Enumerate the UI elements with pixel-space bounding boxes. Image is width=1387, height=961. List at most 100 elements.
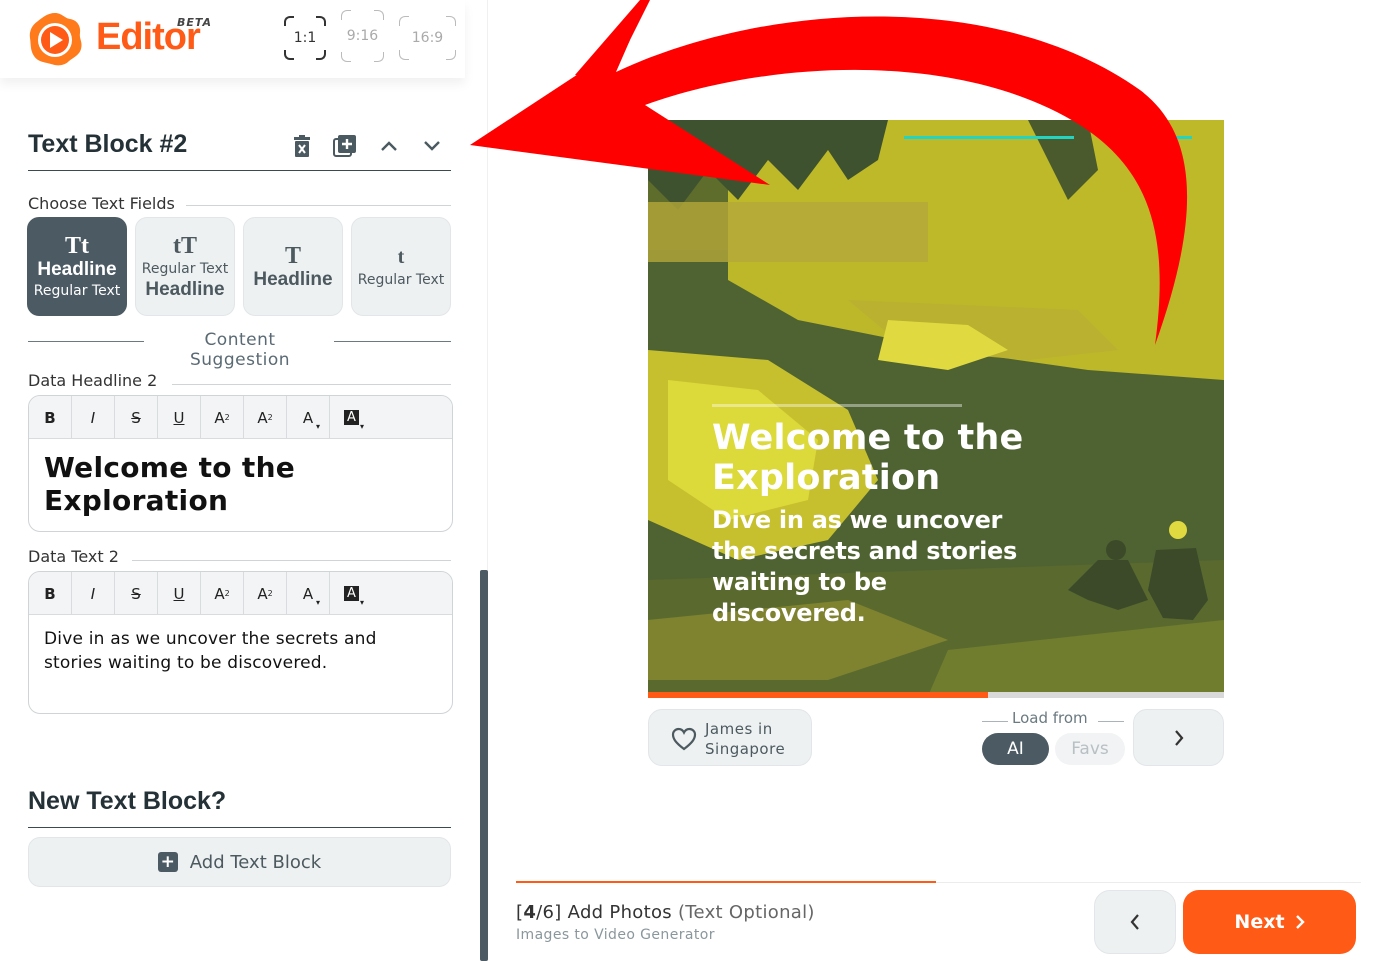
superscript-label: A [214,584,225,603]
chevron-right-icon [1295,915,1305,929]
text-color-button[interactable]: A ▾ [287,396,330,439]
next-image-button[interactable] [1133,709,1224,766]
superscript-button[interactable]: A2 [201,572,244,615]
overlay-text: Dive in as we uncover the secrets and st… [712,506,1017,627]
label-divider [172,384,451,385]
step-current: 4 [523,902,537,923]
field-line1: Regular Text [141,260,229,277]
load-from-label: Load from [982,709,1124,729]
overlay-headline: Welcome to the Exploration [712,418,1024,498]
strike-button[interactable]: S [115,396,158,439]
photo-credit-button[interactable]: James in Singapore [648,709,812,766]
add-text-block-button[interactable]: + Add Text Block [28,837,451,887]
load-from-text: Load from [1012,709,1088,727]
field-option-headline[interactable]: T Headline [243,217,343,316]
headline-input[interactable]: Welcome to the Exploration [29,439,452,529]
move-up-icon[interactable] [377,134,401,158]
video-preview[interactable]: Welcome to the Exploration Dive in as we… [648,120,1224,696]
chevron-right-icon [1174,729,1183,746]
underline-button[interactable]: U [158,572,201,615]
chevron-left-icon [1130,914,1139,930]
superscript-label: A [214,408,225,427]
back-button[interactable] [1094,890,1176,954]
load-ai-button[interactable]: AI [982,733,1049,765]
story-progress-segment [1142,136,1192,139]
load-favs-button[interactable]: Favs [1055,733,1125,765]
text-input-text: Dive in as we uncover the secrets and st… [44,629,377,673]
overlay-divider [712,404,962,407]
ratio-label: 9:16 [346,28,379,44]
step-indicator: [4/6] Add Photos (Text Optional) [516,902,815,923]
ratio-9-16-button[interactable]: 9:16 [341,10,384,62]
text-color-button[interactable]: A ▾ [287,572,330,615]
content-suggestion-button[interactable]: Content Suggestion [28,330,451,370]
subscript-label: A [257,584,268,603]
field-option-regular-headline[interactable]: tT Regular Text Headline [135,217,235,316]
highlight-label: A [344,586,359,601]
headline-field-label: Data Headline 2 [28,371,166,390]
bold-button[interactable]: B [29,396,72,439]
headline-toolbar: B I S U A2 A2 A ▾ A ▾ [29,396,452,439]
step-total: 6 [542,902,555,923]
field-line2: Headline [145,278,225,300]
field-glyph: Tt [65,232,89,259]
beta-badge: BETA [177,16,213,29]
label-divider [186,205,451,206]
step-subtitle: Images to Video Generator [516,927,715,943]
panel-scrollbar[interactable] [480,570,488,961]
ratio-16-9-button[interactable]: 16:9 [399,16,456,60]
title-divider [28,170,451,171]
field-glyph: tT [173,232,197,259]
top-bar: Editor BETA 1:1 9:16 16:9 [0,0,465,78]
heart-icon [671,727,697,751]
label-divider [132,560,451,561]
subscript-label: A [257,408,268,427]
content-suggestion-label: Content Suggestion [189,330,291,370]
new-block-divider [28,827,451,828]
field-line1: Headline [37,258,117,280]
step-note: (Text Optional) [677,902,815,923]
strike-button[interactable]: S [115,572,158,615]
text-color-label: A [302,408,314,427]
text-editor: B I S U A2 A2 A ▾ A ▾ Dive in as we uncove… [28,571,453,714]
superscript-button[interactable]: A2 [201,396,244,439]
ratio-label: 1:1 [293,30,317,46]
ratio-label: 16:9 [411,30,444,46]
highlight-button[interactable]: A ▾ [330,396,373,439]
subscript-button[interactable]: A2 [244,396,287,439]
underline-button[interactable]: U [158,396,201,439]
choose-fields-label: Choose Text Fields [28,194,183,213]
preview-progress-bar [648,692,1224,698]
step-progress-bar [516,881,936,883]
next-button[interactable]: Next [1183,890,1356,954]
headline-input-text: Welcome to the Exploration [44,451,296,517]
add-text-block-label: Add Text Block [189,851,322,873]
credit-line1: James in [705,720,773,738]
credit-line2: Singapore [705,740,786,758]
text-color-label: A [302,584,314,603]
logo-icon [29,13,82,66]
field-line2: Regular Text [33,282,121,299]
highlight-label: A [344,410,359,425]
move-down-icon[interactable] [420,134,444,158]
text-field-label: Data Text 2 [28,547,127,566]
highlight-button[interactable]: A ▾ [330,572,373,615]
field-glyph: t [397,245,405,268]
ratio-1-1-button[interactable]: 1:1 [284,16,326,60]
italic-button[interactable]: I [72,572,115,615]
plus-icon: + [157,852,178,872]
field-option-headline-regular[interactable]: Tt Headline Regular Text [27,217,127,316]
text-toolbar: B I S U A2 A2 A ▾ A ▾ [29,572,452,615]
field-option-regular[interactable]: t Regular Text [351,217,451,316]
field-line1: Headline [253,268,333,290]
bold-button[interactable]: B [29,572,72,615]
new-block-title: New Text Block? [28,787,227,815]
preview-progress-fill [648,692,988,698]
subscript-button[interactable]: A2 [244,572,287,615]
duplicate-block-icon[interactable] [333,134,357,158]
text-input[interactable]: Dive in as we uncover the secrets and st… [29,615,452,687]
text-block-title: Text Block #2 [28,130,188,158]
delete-block-icon[interactable] [290,134,314,158]
italic-button[interactable]: I [72,396,115,439]
field-line1: Regular Text [357,271,445,288]
